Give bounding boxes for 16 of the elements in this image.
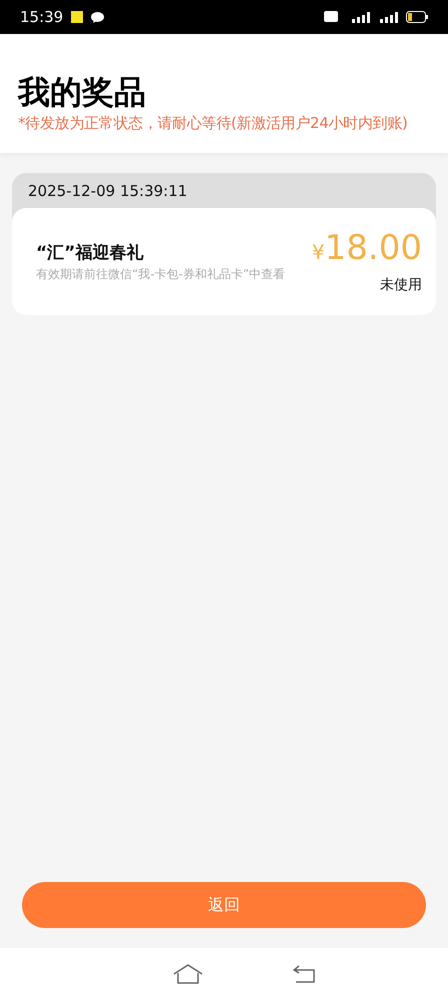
prize-hint: 有效期请前往微信“我-卡包-券和礼品卡”中查看 <box>36 266 286 282</box>
signal-icon <box>378 11 398 23</box>
signal-icon <box>350 11 370 23</box>
notice-text: *待发放为正常状态，请耐心等待(新激活用户24小时内到账) <box>18 114 409 133</box>
status-time: 15:39 <box>20 8 64 26</box>
app-notification-icon <box>71 11 84 23</box>
back-button[interactable]: 返回 <box>22 882 426 928</box>
home-icon[interactable] <box>173 964 203 984</box>
back-icon[interactable] <box>293 965 315 983</box>
prize-amount: ¥18.00 <box>312 230 422 270</box>
battery-icon <box>406 11 428 23</box>
prize-name: “汇”福迎春礼 <box>36 242 144 264</box>
page-title: 我的奖品 <box>18 72 147 112</box>
prize-date: 2025-12-09 15:39:11 <box>27 181 188 202</box>
chat-bubble-icon <box>91 12 104 22</box>
prize-status: 未使用 <box>380 276 422 294</box>
